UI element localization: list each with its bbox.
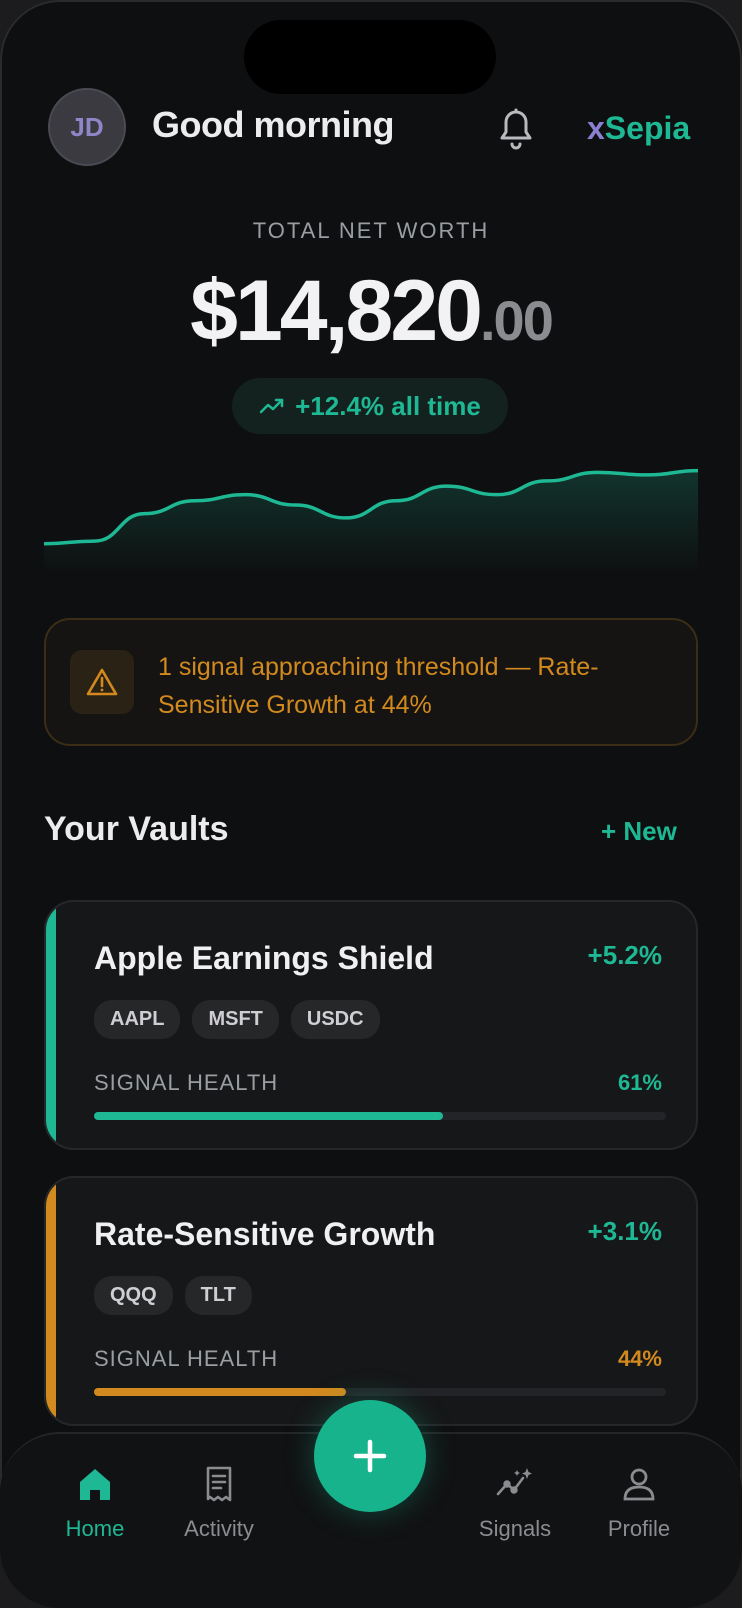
vault-accent-stripe [46, 1178, 56, 1424]
vault-tag: MSFT [192, 1000, 279, 1039]
warning-icon [70, 650, 134, 714]
net-worth-value: $14,820.00 [0, 262, 742, 361]
net-worth-integer: $14,820 [190, 263, 483, 359]
signals-icon [496, 1468, 532, 1496]
tab-signals[interactable]: Signals [460, 1434, 570, 1542]
tab-label: Signals [478, 1516, 552, 1541]
vault-card[interactable]: Rate-Sensitive Growth +3.1% QQQ TLT SIGN… [44, 1176, 698, 1426]
user-icon [623, 1468, 655, 1501]
net-worth-change-badge: +12.4% all time [232, 378, 508, 434]
bell-icon[interactable] [494, 104, 538, 152]
net-worth-decimal: .00 [480, 289, 554, 352]
signal-health-fill [94, 1388, 346, 1396]
tab-activity[interactable]: Activity [164, 1434, 274, 1542]
vault-name: Apple Earnings Shield [94, 940, 434, 976]
vault-tag: QQQ [94, 1276, 173, 1315]
receipt-icon [206, 1466, 232, 1502]
tab-label: Profile [607, 1516, 671, 1541]
net-worth-label: TOTAL NET WORTH [252, 218, 490, 243]
signal-health-label: SIGNAL HEALTH [94, 1346, 279, 1371]
tab-profile[interactable]: Profile [584, 1434, 694, 1542]
vault-tag: AAPL [94, 1000, 181, 1039]
vault-tags: QQQ TLT [94, 1276, 252, 1315]
tab-label: Activity [184, 1516, 254, 1541]
net-worth-sparkline [44, 468, 698, 574]
greeting-text: Good morning [152, 104, 394, 145]
sparkline-area [44, 470, 698, 574]
add-fab-button[interactable] [314, 1400, 426, 1512]
brand-name: Sepia [604, 110, 691, 146]
vault-name: Rate-Sensitive Growth [94, 1216, 436, 1252]
app-screen: JD Good morning xSepia TOTAL NET WORTH $… [0, 0, 742, 1608]
vault-tag: TLT [184, 1276, 252, 1315]
signal-health-label: SIGNAL HEALTH [94, 1070, 279, 1095]
home-icon [80, 1469, 110, 1500]
avatar[interactable]: JD [48, 88, 126, 166]
tab-home[interactable]: Home [40, 1434, 150, 1542]
signal-health-value: 61% [617, 1070, 662, 1095]
signal-health-fill [94, 1112, 443, 1120]
alert-text: 1 signal approaching threshold — Rate-Se… [158, 653, 599, 719]
vault-tag: USDC [290, 1000, 380, 1039]
signal-health-bar [94, 1112, 666, 1120]
threshold-alert[interactable]: 1 signal approaching threshold — Rate-Se… [44, 618, 698, 746]
vault-change: +5.2% [587, 940, 662, 970]
signal-health-value: 44% [617, 1346, 662, 1371]
net-worth-change-text: +12.4% all time [295, 390, 481, 421]
dynamic-island [244, 20, 496, 94]
new-vault-button[interactable]: + New [601, 816, 677, 847]
vault-tags: AAPL MSFT USDC [94, 1000, 380, 1039]
plus-icon [353, 1439, 387, 1473]
brand-prefix: x [587, 110, 605, 146]
vault-accent-stripe [46, 902, 56, 1148]
vault-card[interactable]: Apple Earnings Shield +5.2% AAPL MSFT US… [44, 900, 698, 1150]
brand-logo: xSepia [587, 110, 690, 147]
vaults-heading: Your Vaults [44, 810, 229, 848]
signal-health-bar [94, 1388, 666, 1396]
vault-change: +3.1% [587, 1216, 662, 1246]
trending-up-icon [259, 398, 284, 414]
tab-label: Home [65, 1516, 125, 1541]
